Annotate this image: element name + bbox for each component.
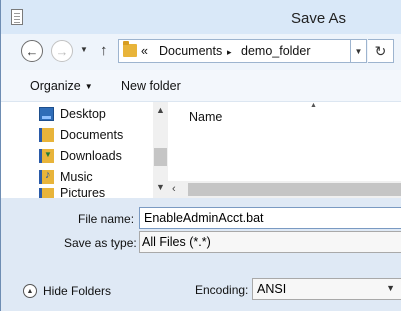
hide-folders-button[interactable]: ▲ Hide Folders (23, 284, 111, 298)
navigation-tree: Desktop Documents Downloads Music Pictur… (1, 102, 153, 198)
scrollbar-thumb[interactable] (188, 183, 401, 196)
new-folder-button[interactable]: New folder (121, 79, 181, 93)
recent-locations-dropdown[interactable]: ▼ (80, 45, 88, 54)
save-as-type-select[interactable]: All Files (*.*) (139, 231, 401, 253)
pictures-folder-icon (39, 188, 54, 198)
address-bar[interactable]: « Documents ▸ demo_folder (118, 39, 351, 63)
navigation-bar: ← → ▼ ↑ « Documents ▸ demo_folder ▼ ↻ (1, 34, 401, 70)
tree-item-label: Music (60, 170, 93, 184)
file-list-horizontal-scrollbar[interactable]: ‹ (168, 181, 401, 198)
breadcrumb-documents[interactable]: Documents (159, 44, 222, 58)
breadcrumb-demo-folder[interactable]: demo_folder (241, 44, 311, 58)
address-overflow[interactable]: « (141, 44, 148, 58)
file-name-input[interactable]: EnableAdminAcct.bat (139, 207, 401, 229)
address-history-dropdown[interactable]: ▼ (351, 39, 367, 63)
window-title: Save As (291, 10, 347, 27)
tree-item-music[interactable]: Music (39, 168, 93, 186)
breadcrumb-separator[interactable]: ▸ (227, 47, 232, 58)
notepad-icon (11, 9, 23, 25)
save-as-type-label: Save as type: (64, 236, 137, 250)
scroll-up-icon[interactable]: ▲ (156, 105, 165, 115)
sort-ascending-icon: ▲ (310, 102, 317, 109)
refresh-icon: ↻ (374, 42, 387, 59)
documents-folder-icon (39, 128, 54, 142)
tree-item-pictures[interactable]: Pictures (39, 188, 105, 198)
forward-button[interactable]: → (51, 40, 73, 62)
tree-item-label: Documents (60, 128, 124, 142)
up-button[interactable]: ↑ (100, 42, 108, 59)
encoding-value: ANSI (257, 282, 287, 296)
chevron-up-icon: ▲ (23, 284, 37, 298)
tree-item-documents[interactable]: Documents (39, 126, 123, 144)
organize-menu[interactable]: Organize ▼ (30, 79, 93, 93)
hide-folders-label: Hide Folders (43, 284, 112, 298)
scroll-down-icon[interactable]: ▼ (156, 182, 165, 192)
tree-item-desktop[interactable]: Desktop (39, 105, 106, 123)
music-folder-icon (39, 169, 54, 184)
tree-item-label: Desktop (60, 107, 106, 121)
arrow-right-icon: → (55, 43, 69, 59)
arrow-left-icon: ← (25, 43, 39, 59)
back-button[interactable]: ← (21, 40, 43, 62)
desktop-icon (39, 107, 54, 121)
refresh-button[interactable]: ↻ (368, 39, 394, 63)
file-name-label: File name: (78, 212, 135, 226)
save-as-dialog: Save As ← → ▼ ↑ « Documents ▸ demo_folde… (0, 0, 401, 311)
command-bar: Organize ▼ New folder (1, 70, 401, 102)
tree-item-label: Pictures (60, 188, 106, 198)
encoding-select[interactable]: ANSI ▼ (252, 278, 401, 300)
organize-label: Organize (30, 79, 81, 93)
downloads-folder-icon (39, 149, 54, 163)
folder-icon (123, 41, 137, 57)
tree-item-label: Downloads (60, 149, 122, 163)
scrollbar-thumb[interactable] (154, 148, 167, 166)
browser-pane: Desktop Documents Downloads Music Pictur… (1, 102, 401, 198)
chevron-down-icon: ▼ (386, 283, 395, 293)
chevron-down-icon: ▼ (84, 82, 93, 91)
column-header-name[interactable]: Name (189, 110, 222, 124)
scroll-left-icon[interactable]: ‹ (172, 183, 176, 195)
chevron-down-icon: ▼ (354, 46, 363, 56)
save-form: File name: EnableAdminAcct.bat Save as t… (1, 198, 401, 311)
title-bar[interactable]: Save As (1, 0, 401, 34)
encoding-label: Encoding: (195, 283, 249, 297)
tree-item-downloads[interactable]: Downloads (39, 147, 122, 165)
tree-vertical-scrollbar[interactable]: ▲ ▼ (153, 102, 168, 198)
